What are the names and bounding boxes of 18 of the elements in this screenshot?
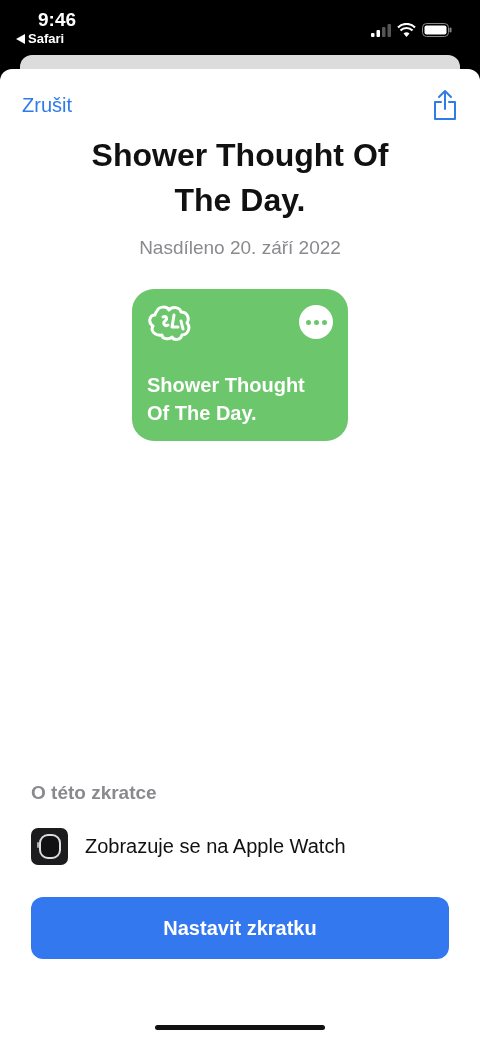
brain-icon [147,305,191,341]
signal-icon [371,23,391,37]
cancel-button[interactable]: Zrušit [22,93,72,117]
back-to-app-link[interactable]: Safari [16,31,65,46]
info-text: Zobrazuje se na Apple Watch [85,835,346,858]
set-up-shortcut-button[interactable]: Nastavit zkratku [31,897,449,959]
section-heading: O této zkratce [30,782,158,804]
status-time: 9:46 [38,9,77,31]
card-title: Shower Thought Of The Day. [147,373,306,426]
watch-icon [31,828,68,865]
shared-date: Nasdíleno 20. září 2022 [138,237,342,259]
battery-icon [422,23,452,37]
shortcut-title: Shower Thought Of The Day. [90,136,390,220]
back-triangle-icon [16,33,25,44]
share-icon[interactable] [432,89,458,121]
more-button[interactable] [299,305,333,339]
shortcut-card[interactable]: Shower Thought Of The Day. [132,289,348,441]
wifi-icon [397,23,416,37]
